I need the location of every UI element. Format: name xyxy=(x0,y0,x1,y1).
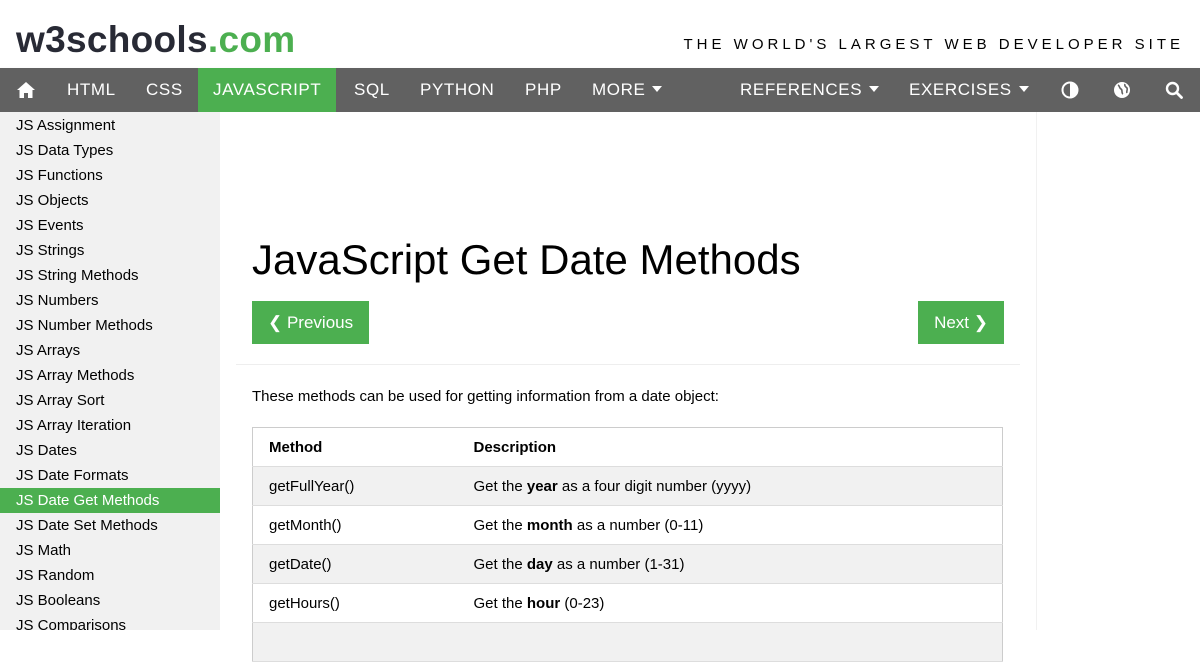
contrast-icon[interactable] xyxy=(1050,68,1090,112)
top-navigation: HTML CSS JAVASCRIPT SQL PYTHON PHP MORE … xyxy=(0,68,1200,112)
nav-javascript[interactable]: JAVASCRIPT xyxy=(198,68,337,112)
description-text: Get the xyxy=(473,555,527,573)
sidebar-item[interactable]: JS Dates xyxy=(0,438,220,463)
description-text: Get the xyxy=(473,594,527,612)
nav-sql[interactable]: SQL xyxy=(354,68,390,112)
page-title: JavaScript Get Date Methods xyxy=(252,236,801,283)
sidebar-item[interactable]: JS Random xyxy=(0,563,220,588)
previous-button[interactable]: ❮ Previous xyxy=(252,301,370,344)
table-header-row: Method Description xyxy=(252,427,1003,467)
description-text: as a number (0-11) xyxy=(572,516,704,534)
nav-references[interactable]: REFERENCES xyxy=(740,68,880,112)
nav-css[interactable]: CSS xyxy=(146,68,183,112)
description-text: (0-23) xyxy=(560,594,605,612)
table-header-method: Method xyxy=(252,427,458,467)
description-cell: Get the month as a number (0-11) xyxy=(457,505,1003,545)
sidebar-item[interactable]: JS Math xyxy=(0,538,220,563)
nav-exercises[interactable]: EXERCISES xyxy=(909,68,1029,112)
sidebar-item[interactable]: JS Booleans xyxy=(0,588,220,613)
description-cell xyxy=(457,622,1003,662)
globe-icon[interactable] xyxy=(1102,68,1142,112)
nav-more[interactable]: MORE xyxy=(592,68,663,112)
nav-python[interactable]: PYTHON xyxy=(420,68,494,112)
description-text: as a four digit number (yyyy) xyxy=(557,477,752,495)
nav-html[interactable]: HTML xyxy=(67,68,116,112)
sidebar-item[interactable]: JS Events xyxy=(0,213,220,238)
nav-php[interactable]: PHP xyxy=(525,68,562,112)
methods-table: Method Description getFullYear() Get the… xyxy=(252,427,1003,662)
method-cell: getMonth() xyxy=(252,505,458,545)
nav-references-label: REFERENCES xyxy=(740,80,863,99)
sidebar-item[interactable]: JS Strings xyxy=(0,238,220,263)
description-keyword: month xyxy=(526,516,573,534)
caret-down-icon xyxy=(1018,86,1029,92)
sidebar-item-active[interactable]: JS Date Get Methods xyxy=(0,488,220,513)
sidebar-item[interactable]: JS Array Iteration xyxy=(0,413,220,438)
site-logo[interactable]: w3schools.com xyxy=(16,20,295,60)
description-keyword: day xyxy=(526,555,553,573)
sidebar-nav: JS Assignment JS Data Types JS Functions… xyxy=(0,112,220,630)
search-icon[interactable] xyxy=(1154,68,1194,112)
method-cell: getHours() xyxy=(252,583,458,623)
sidebar-item[interactable]: JS Array Sort xyxy=(0,388,220,413)
method-cell: getDate() xyxy=(252,544,458,584)
description-keyword: year xyxy=(526,477,558,495)
sidebar-item[interactable]: JS Number Methods xyxy=(0,313,220,338)
sidebar-item[interactable]: JS Objects xyxy=(0,188,220,213)
site-header: w3schools.com THE WORLD'S LARGEST WEB DE… xyxy=(0,0,1200,68)
nav-more-label: MORE xyxy=(592,80,646,99)
table-header-description: Description xyxy=(457,427,1003,467)
sidebar-item[interactable]: JS Functions xyxy=(0,163,220,188)
description-cell: Get the year as a four digit number (yyy… xyxy=(457,466,1003,506)
description-text: as a number (1-31) xyxy=(552,555,685,573)
intro-text: These methods can be used for getting in… xyxy=(252,388,719,405)
logo-main: w3schools xyxy=(16,19,208,60)
sidebar-item[interactable]: JS String Methods xyxy=(0,263,220,288)
sidebar-item[interactable]: JS Date Formats xyxy=(0,463,220,488)
table-row: getFullYear() Get the year as a four dig… xyxy=(252,466,1003,506)
method-cell: getFullYear() xyxy=(252,466,458,506)
sidebar-item[interactable]: JS Data Types xyxy=(0,138,220,163)
sidebar-item[interactable]: JS Date Set Methods xyxy=(0,513,220,538)
right-column xyxy=(1036,112,1200,630)
description-cell: Get the hour (0-23) xyxy=(457,583,1003,623)
site-tagline: THE WORLD'S LARGEST WEB DEVELOPER SITE xyxy=(683,36,1184,53)
method-cell xyxy=(252,622,458,662)
logo-suffix: .com xyxy=(207,19,296,60)
caret-down-icon xyxy=(652,86,663,92)
sidebar-item[interactable]: JS Arrays xyxy=(0,338,220,363)
description-cell: Get the day as a number (1-31) xyxy=(457,544,1003,584)
caret-down-icon xyxy=(869,86,880,92)
sidebar-item[interactable]: JS Comparisons xyxy=(0,613,220,630)
nav-exercises-label: EXERCISES xyxy=(909,80,1012,99)
main-content: JavaScript Get Date Methods ❮ Previous N… xyxy=(220,112,1036,662)
next-button[interactable]: Next ❯ xyxy=(918,301,1004,344)
table-row: getDate() Get the day as a number (1-31) xyxy=(252,544,1003,584)
sidebar-item[interactable]: JS Assignment xyxy=(0,113,220,138)
description-text: Get the xyxy=(473,477,527,495)
sidebar-item[interactable]: JS Numbers xyxy=(0,288,220,313)
divider xyxy=(236,364,1020,365)
sidebar-item[interactable]: JS Array Methods xyxy=(0,363,220,388)
table-row xyxy=(252,622,1003,662)
table-row: getMonth() Get the month as a number (0-… xyxy=(252,505,1003,545)
home-icon[interactable] xyxy=(6,68,46,112)
description-text: Get the xyxy=(473,516,527,534)
table-row: getHours() Get the hour (0-23) xyxy=(252,583,1003,623)
description-keyword: hour xyxy=(526,594,561,612)
